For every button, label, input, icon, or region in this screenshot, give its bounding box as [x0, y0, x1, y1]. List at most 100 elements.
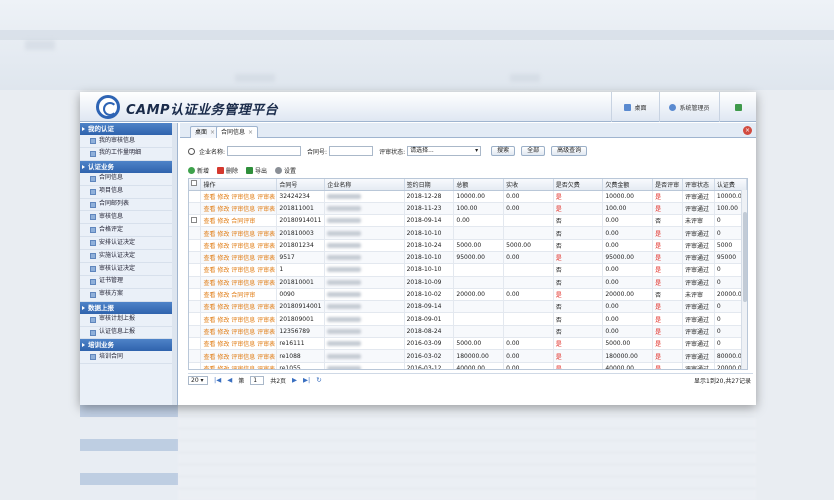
row-actions[interactable]: 查看 修改 评审信息 评审表	[200, 226, 278, 240]
cell-paid: 0.00	[503, 349, 554, 363]
table-row[interactable]: 查看 修改 评审信息 评审表 1 2018-10-10 否 0.00 是评审通过 0	[189, 263, 747, 277]
table-row[interactable]: 查看 修改 合同评审 0090 2018-10-02 20000.00 0.00 是 200…	[189, 288, 747, 302]
cell-owe-amt: 5000.00	[602, 337, 654, 351]
table-row[interactable]: 查看 修改 评审信息 评审表 201801234 2018-10-24 5000.00…	[189, 239, 747, 252]
table-row[interactable]: 查看 修改 评审信息 评审表 201809001 2018-09-01 否 0.00 是评…	[189, 312, 747, 326]
column-header[interactable]: 签约日期	[404, 179, 455, 191]
first-page-icon[interactable]: |◀	[214, 376, 221, 384]
column-header[interactable]: 企业名称	[324, 179, 405, 191]
row-checkbox[interactable]	[191, 216, 197, 223]
scroll-thumb[interactable]	[743, 212, 747, 302]
select-all-checkbox[interactable]	[191, 180, 197, 187]
last-page-icon[interactable]: ▶|	[303, 376, 310, 384]
close-icon[interactable]: ×	[210, 129, 215, 136]
sidebar-item[interactable]: 项目信息	[80, 186, 177, 199]
column-header[interactable]: 总额	[453, 179, 505, 191]
sidebar-item[interactable]: 合同信息	[80, 173, 177, 186]
column-header[interactable]: 操作	[200, 179, 278, 191]
column-header[interactable]: 是否欠费	[553, 179, 604, 191]
background-block	[235, 74, 275, 82]
user-button[interactable]: 系统管理员	[659, 92, 719, 122]
contract-no-input[interactable]	[329, 146, 374, 156]
table-row[interactable]: 查看 修改 评审信息 评审表 20180914001 2018-09-14 否 0.00…	[189, 300, 747, 314]
column-header[interactable]: 合同号	[276, 179, 326, 191]
row-actions[interactable]: 查看 修改 评审信息 评审表	[200, 202, 278, 216]
tab-contract-info[interactable]: 合同信息 ×	[216, 126, 259, 138]
table-row[interactable]: 查看 修改 评审信息 评审表 201810001 2018-10-09 否 0.00 是评…	[189, 276, 747, 289]
row-actions[interactable]: 查看 修改 合同评审	[200, 288, 278, 302]
row-actions[interactable]: 查看 修改 评审信息 评审表	[200, 276, 278, 289]
sidebar-item[interactable]: 合同邮列表	[80, 199, 177, 212]
row-actions[interactable]: 查看 修改 评审信息 评审表	[200, 362, 278, 369]
add-button[interactable]: 新增	[188, 166, 209, 175]
company-name-input[interactable]	[227, 146, 302, 156]
row-actions[interactable]: 查看 修改 评审信息 评审表	[200, 325, 278, 339]
row-select-cell	[189, 226, 202, 240]
column-header[interactable]: 评审状态	[682, 179, 715, 191]
next-page-icon[interactable]: ▶	[292, 376, 297, 384]
sidebar-section-header[interactable]: 我的认证	[80, 123, 177, 135]
table-vertical-scrollbar[interactable]	[741, 190, 747, 369]
table-row[interactable]: 查看 修改 评审信息 评审表 201810003 2018-10-10 否 0.00 是评…	[189, 226, 747, 240]
table-row[interactable]: 查看 修改 评审信息 评审表 re1088 2016-03-02 180000.00 0…	[189, 349, 747, 363]
sidebar-scrollbar[interactable]	[172, 123, 177, 405]
sidebar-item[interactable]: 安排认证决定	[80, 237, 177, 251]
cell-owe: 否	[553, 263, 604, 277]
export-button[interactable]: 导出	[246, 166, 267, 175]
logout-button[interactable]	[719, 92, 756, 122]
column-header[interactable]: 是否评审	[652, 179, 684, 191]
page-size-select[interactable]: 20 ▾	[188, 375, 208, 385]
row-actions[interactable]: 查看 修改 评审信息 评审表	[200, 263, 278, 277]
table-row[interactable]: 查看 修改 评审信息 评审表 9517 2018-10-10 95000.00 0.00…	[189, 251, 747, 265]
settings-button[interactable]: 设置	[275, 166, 296, 175]
cell-total	[453, 325, 505, 339]
refresh-icon[interactable]: ↻	[316, 376, 321, 384]
desktop-button[interactable]: 桌面	[611, 92, 659, 122]
row-actions[interactable]: 查看 修改 合同评审	[200, 214, 278, 228]
cell-owe: 否	[553, 325, 604, 339]
table-row[interactable]: 查看 修改 评审信息 评审表 12356789 2018-08-24 否 0.00 是评审…	[189, 325, 747, 339]
column-header[interactable]: 认证费	[714, 179, 747, 191]
cell-reviewed: 是	[652, 325, 684, 339]
search-button[interactable]: 搜索	[491, 146, 516, 156]
prev-page-icon[interactable]: ◀	[227, 376, 232, 384]
sidebar-item[interactable]: 实施认证决定	[80, 250, 177, 264]
sidebar-item[interactable]: 我的工作量明细	[80, 148, 177, 161]
table-row[interactable]: 查看 修改 评审信息 评审表 re1055 2016-03-12 40000.00 0.…	[189, 362, 747, 369]
sidebar-item[interactable]: 我的审核信息	[80, 135, 177, 148]
column-header[interactable]: 欠费金额	[602, 179, 654, 191]
table-row[interactable]: 查看 修改 合同评审 20180914011 2018-09-14 0.00 否 0.00…	[189, 214, 747, 228]
column-header[interactable]: 实收	[503, 179, 554, 191]
cell-contract: 0090	[276, 288, 326, 302]
sidebar-item[interactable]: 认证信息上报	[80, 327, 177, 340]
sidebar-item[interactable]: 审核计划上报	[80, 314, 177, 327]
sidebar-section-header[interactable]: 数据上报	[80, 301, 177, 314]
row-actions[interactable]: 查看 修改 评审信息 评审表	[200, 300, 278, 314]
row-actions[interactable]: 查看 修改 评审信息 评审表	[200, 349, 278, 363]
advanced-search-button[interactable]: 高级查询	[551, 146, 588, 156]
row-actions[interactable]: 查看 修改 评审信息 评审表	[200, 239, 278, 252]
sidebar-section-header[interactable]: 培训业务	[80, 339, 177, 352]
sidebar-item[interactable]: 审核方案	[80, 289, 177, 302]
row-actions[interactable]: 查看 修改 评审信息 评审表	[200, 337, 278, 351]
sidebar-item[interactable]: 审核认证决定	[80, 263, 177, 276]
sidebar-item[interactable]: 审核信息	[80, 211, 177, 225]
close-icon[interactable]: ×	[248, 129, 253, 136]
sidebar-item[interactable]: 证书管理	[80, 276, 177, 289]
delete-button[interactable]: 删除	[217, 166, 238, 175]
all-button[interactable]: 全部	[521, 146, 546, 156]
row-actions[interactable]: 查看 修改 评审信息 评审表	[200, 190, 278, 203]
row-select-cell	[189, 362, 202, 369]
review-status-select[interactable]: 请选择... ▾	[407, 146, 482, 156]
row-actions[interactable]: 查看 修改 评审信息 评审表	[200, 312, 278, 326]
sidebar-item[interactable]: 合格评定	[80, 224, 177, 238]
close-all-tabs-icon[interactable]: ×	[743, 126, 752, 135]
table-row[interactable]: 查看 修改 评审信息 评审表 32424234 2018-12-28 10000.00…	[189, 190, 747, 203]
sidebar-item[interactable]: 培训合同	[80, 351, 177, 365]
sidebar-section-header[interactable]: 认证业务	[80, 160, 177, 173]
table-row[interactable]: 查看 修改 评审信息 评审表 re16111 2016-03-09 5000.00 0.…	[189, 337, 747, 351]
redacted-company-name	[327, 205, 362, 211]
table-row[interactable]: 查看 修改 评审信息 评审表 201811001 2018-11-23 100.00 0…	[189, 202, 747, 216]
page-number-input[interactable]: 1	[250, 375, 265, 385]
row-actions[interactable]: 查看 修改 评审信息 评审表	[200, 251, 278, 265]
